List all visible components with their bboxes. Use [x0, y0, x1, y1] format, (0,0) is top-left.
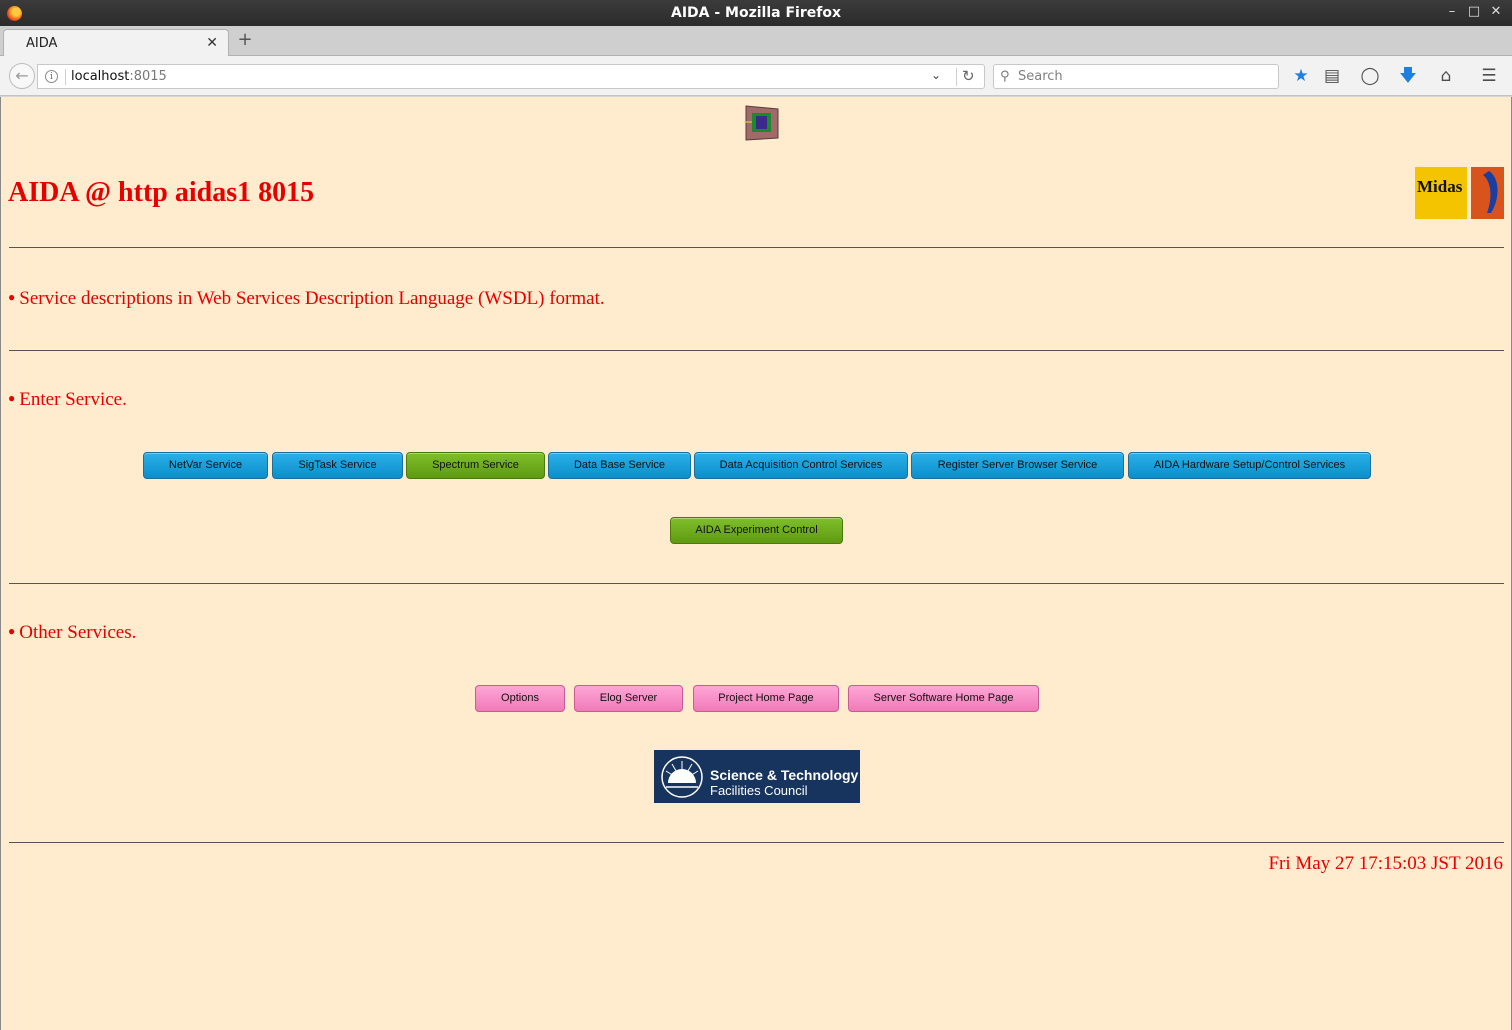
pocket-icon[interactable]: ◯: [1360, 66, 1380, 86]
options-button[interactable]: Options: [475, 685, 565, 712]
wsdl-link[interactable]: ● Service descriptions in Web Services De…: [8, 288, 605, 310]
search-input[interactable]: ⚲ Search: [993, 64, 1279, 89]
divider-2: [9, 350, 1504, 351]
tab-label: AIDA: [26, 36, 58, 51]
tcl-logo[interactable]: [1471, 167, 1504, 219]
tab-close-icon[interactable]: ✕: [206, 35, 218, 51]
url-bar[interactable]: i localhost:8015 ⌄ ↻: [37, 64, 985, 89]
database-service-button[interactable]: Data Base Service: [548, 452, 691, 479]
urlbar-separator: [65, 69, 66, 85]
window-titlebar: AIDA - Mozilla Firefox – □ ✕: [0, 0, 1512, 26]
other-services-text: Other Services.: [19, 622, 137, 643]
navigation-bar: ← i localhost:8015 ⌄ ↻ ⚲ Search ★ ▤ ◯ 🡇 …: [0, 56, 1512, 96]
tab-strip: AIDA ✕: [0, 26, 1512, 57]
divider-1: [9, 247, 1504, 248]
url-text[interactable]: localhost:8015: [71, 69, 167, 84]
search-icon: ⚲: [1000, 69, 1010, 84]
stfc-sun-icon: [661, 756, 703, 798]
chevron-down-icon[interactable]: ⌄: [931, 68, 941, 82]
netvar-service-button[interactable]: NetVar Service: [143, 452, 268, 479]
close-window-icon[interactable]: ✕: [1488, 4, 1504, 20]
bookmark-star-icon[interactable]: ★: [1291, 66, 1311, 86]
stfc-line1: Science & Technology: [710, 767, 859, 783]
page-content: AIDA @ http aidas1 8015 Midas ● Service d…: [0, 97, 1512, 1030]
aida-experiment-control-button[interactable]: AIDA Experiment Control: [670, 517, 843, 544]
elog-server-button[interactable]: Elog Server: [574, 685, 683, 712]
new-tab-icon[interactable]: +: [236, 31, 254, 49]
server-software-home-page-button[interactable]: Server Software Home Page: [848, 685, 1039, 712]
url-port: :8015: [129, 69, 167, 84]
menu-icon[interactable]: ☰: [1479, 66, 1499, 86]
divider-4: [9, 842, 1504, 843]
url-host: localhost: [71, 69, 130, 84]
page-title: AIDA @ http aidas1 8015: [8, 177, 315, 208]
midas-logo-text: Midas: [1417, 177, 1463, 196]
enter-service-heading: ● Enter Service.: [8, 389, 127, 410]
minimize-icon[interactable]: –: [1444, 4, 1460, 20]
tab-aida[interactable]: AIDA ✕: [3, 29, 229, 57]
stfc-line2: Facilities Council: [710, 783, 808, 798]
project-home-page-button[interactable]: Project Home Page: [693, 685, 839, 712]
reload-icon[interactable]: ↻: [962, 67, 975, 85]
enter-service-text: Enter Service.: [19, 389, 127, 410]
site-info-icon[interactable]: i: [45, 70, 58, 83]
maximize-icon[interactable]: □: [1466, 4, 1482, 20]
window-title: AIDA - Mozilla Firefox: [671, 5, 841, 21]
midas-logo[interactable]: Midas: [1415, 167, 1467, 219]
sigtask-service-button[interactable]: SigTask Service: [272, 452, 403, 479]
aida-hardware-setup-button[interactable]: AIDA Hardware Setup/Control Services: [1128, 452, 1371, 479]
other-services-heading: ● Other Services.: [8, 622, 137, 643]
data-acquisition-control-button[interactable]: Data Acquisition Control Services: [694, 452, 908, 479]
back-arrow-icon[interactable]: ←: [9, 63, 35, 89]
urlbar-divider: [956, 68, 957, 86]
reading-list-icon[interactable]: ▤: [1322, 66, 1342, 86]
aida-chip-logo: [744, 105, 779, 141]
download-icon[interactable]: 🡇: [1398, 66, 1418, 86]
wsdl-link-text: Service descriptions in Web Services Des…: [19, 288, 605, 309]
register-server-browser-button[interactable]: Register Server Browser Service: [911, 452, 1124, 479]
search-placeholder: Search: [1018, 69, 1063, 84]
tcl-feather-icon: [1483, 171, 1498, 213]
spectrum-service-button[interactable]: Spectrum Service: [406, 452, 545, 479]
stfc-logo[interactable]: Science & Technology Facilities Council: [654, 750, 860, 803]
divider-3: [9, 583, 1504, 584]
server-datetime: Fri May 27 17:15:03 JST 2016: [1268, 853, 1503, 874]
home-icon[interactable]: ⌂: [1436, 66, 1456, 86]
